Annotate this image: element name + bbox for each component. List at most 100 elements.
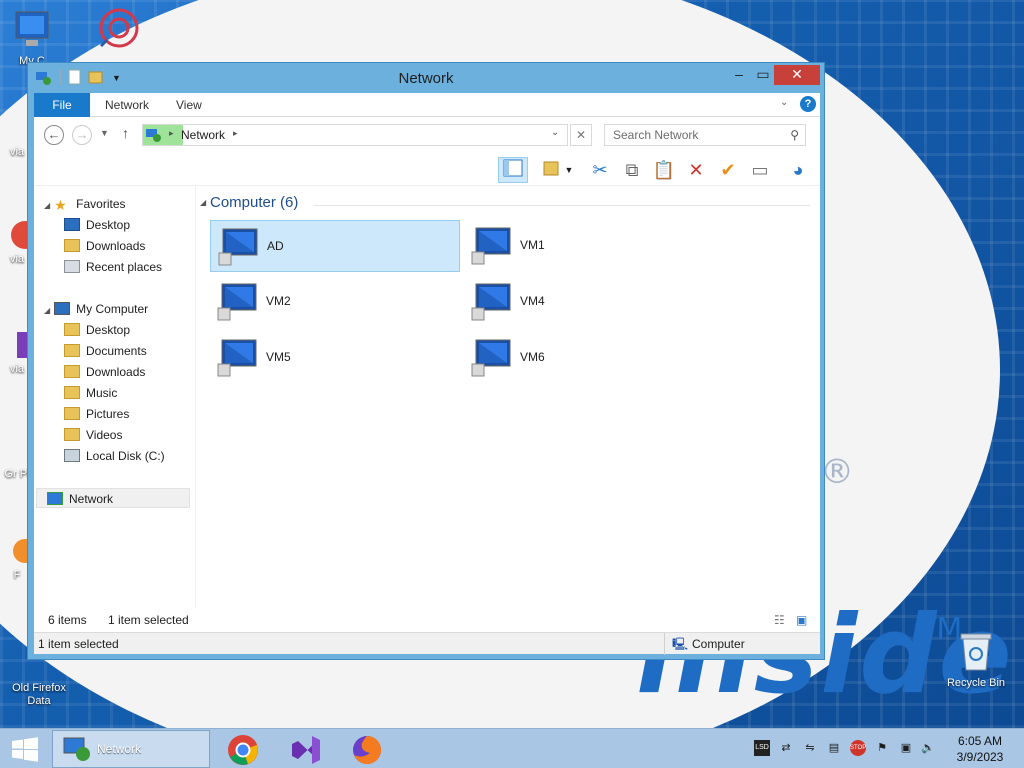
chrome-icon[interactable] xyxy=(226,733,260,767)
tab-view[interactable]: View xyxy=(162,93,216,117)
ribbon-tabs: File Network View ⌄ ? xyxy=(34,93,820,117)
search-placeholder: Search Network xyxy=(613,128,699,142)
computer-name: VM6 xyxy=(520,350,545,364)
taskbar-button-explorer[interactable]: Network xyxy=(52,730,210,768)
clock-time: 6:05 AM xyxy=(957,734,1003,748)
tab-network[interactable]: Network xyxy=(91,93,163,117)
search-icon[interactable]: ⚲ xyxy=(790,125,799,145)
network-icon xyxy=(47,492,63,505)
nav-pc-downloads[interactable]: Downloads xyxy=(64,362,145,382)
firefox-icon xyxy=(13,539,37,563)
breadcrumb-arrow-icon[interactable]: ▸ xyxy=(169,128,174,139)
nav-pc-desktop[interactable]: Desktop xyxy=(64,320,130,340)
network-location-icon xyxy=(146,129,161,142)
desktop-icon-shortcut[interactable] xyxy=(88,6,144,55)
computer-name: VM4 xyxy=(520,294,545,308)
computer-tile-vm1[interactable]: VM1 xyxy=(464,220,714,272)
address-history-icon[interactable]: ⌄ xyxy=(551,127,559,138)
help-icon[interactable]: ? xyxy=(800,96,816,112)
nav-pc-pictures[interactable]: Pictures xyxy=(64,404,129,424)
desktop-icon xyxy=(64,218,80,231)
close-button[interactable]: ✕ xyxy=(774,65,820,85)
nav-fav-desktop[interactable]: Desktop xyxy=(64,215,130,235)
recent-locations-icon[interactable]: ▼ xyxy=(100,128,109,138)
taskbar-button-label: Network xyxy=(97,742,142,756)
group-header[interactable]: Computer (6) xyxy=(210,194,298,211)
cut-icon[interactable]: ✂ xyxy=(586,157,614,183)
nav-my-computer[interactable]: ◢ My Computer xyxy=(44,299,148,319)
nav-label: Videos xyxy=(86,428,123,442)
nav-pc-music[interactable]: Music xyxy=(64,383,117,403)
start-button[interactable] xyxy=(0,729,50,768)
wallpaper-registered-mark: ® xyxy=(820,452,854,492)
network-computer-icon xyxy=(471,227,511,265)
tray-network-share-icon[interactable]: ⇄ xyxy=(778,740,794,756)
collapse-icon[interactable]: ◢ xyxy=(44,306,50,315)
network-computer-icon xyxy=(471,339,511,377)
visual-studio-icon[interactable] xyxy=(288,734,322,766)
computer-tile-vm4[interactable]: VM4 xyxy=(464,276,714,328)
details-status-bar: 1 item selected 🖳 Computer xyxy=(34,632,820,655)
nav-pc-videos[interactable]: Videos xyxy=(64,425,122,445)
nav-pc-documents[interactable]: Documents xyxy=(64,341,147,361)
rename-icon[interactable]: ▭ xyxy=(746,157,774,183)
visual-studio-icon xyxy=(17,332,31,358)
address-box[interactable]: ▸ Network ▸ ⌄ xyxy=(142,124,568,146)
title-bar[interactable]: ▼ Network – ▭ ✕ xyxy=(28,63,824,93)
status-divider xyxy=(664,633,665,655)
preview-pane-button[interactable] xyxy=(498,157,528,183)
breadcrumb-arrow-icon[interactable]: ▸ xyxy=(233,128,238,139)
stop-icon[interactable]: STOP xyxy=(850,740,866,756)
tray-sync-icon[interactable]: ⇋ xyxy=(802,740,818,756)
desktop-icon-recycle-bin[interactable]: Recycle Bin xyxy=(942,630,1010,690)
computer-tile-vm5[interactable]: VM5 xyxy=(210,332,460,384)
paste-icon[interactable]: 📋 xyxy=(650,157,678,183)
nav-network[interactable]: Network xyxy=(36,488,190,508)
back-button[interactable]: ← xyxy=(44,125,64,145)
folder-check-icon xyxy=(543,161,559,176)
up-button[interactable]: ↑ xyxy=(122,125,129,141)
volume-icon[interactable]: 🔈 xyxy=(920,740,936,756)
status-bar: 6 items 1 item selected ☷ ▣ xyxy=(34,608,820,632)
network-center-icon[interactable]: ◕ xyxy=(784,157,812,183)
computer-tile-vm6[interactable]: VM6 xyxy=(464,332,714,384)
breadcrumb-network[interactable]: Network xyxy=(181,128,225,142)
tray-app-icon[interactable]: LSD xyxy=(754,740,770,756)
tray-clipboard-icon[interactable]: ▤ xyxy=(826,740,842,756)
computer-tile-vm2[interactable]: VM2 xyxy=(210,276,460,328)
nav-fav-downloads[interactable]: Downloads xyxy=(64,236,145,256)
details-view-icon[interactable]: ☷ xyxy=(774,608,785,632)
desktop-icon-my-computer[interactable]: My C xyxy=(2,8,62,68)
system-clock[interactable]: 6:05 AM 3/9/2023 xyxy=(944,733,1016,765)
check-icon[interactable]: ✔ xyxy=(714,157,742,183)
clear-address-button[interactable]: ✕ xyxy=(570,124,592,146)
firefox-icon[interactable] xyxy=(350,733,384,767)
videos-folder-icon xyxy=(64,428,80,441)
nav-favorites[interactable]: ◢ ★ Favorites xyxy=(44,194,126,214)
search-input[interactable]: Search Network ⚲ xyxy=(604,124,806,146)
chrome-icon xyxy=(11,221,39,249)
forward-button[interactable]: → xyxy=(72,125,92,145)
group-divider xyxy=(314,205,810,206)
copy-icon[interactable]: ⧉ xyxy=(618,157,646,183)
footer-selection: 1 item selected xyxy=(38,637,119,651)
layout-icon xyxy=(503,159,523,177)
nav-label: Pictures xyxy=(86,407,130,421)
nav-pc-local-disk[interactable]: Local Disk (C:) xyxy=(64,446,165,466)
computer-name: VM2 xyxy=(266,294,291,308)
toolbar: ▼ ✂ ⧉ 📋 ✕ ✔ ▭ ◕ xyxy=(34,154,820,186)
move-to-dropdown-icon[interactable]: ▼ xyxy=(562,157,576,183)
action-center-flag-icon[interactable]: ⚑ xyxy=(874,740,890,756)
group-collapse-icon[interactable]: ◢ xyxy=(200,198,206,207)
computer-tile-ad[interactable]: AD xyxy=(210,220,460,272)
clock-date: 3/9/2023 xyxy=(956,750,1004,764)
collapse-icon[interactable]: ◢ xyxy=(44,201,50,210)
tiles-view-icon[interactable]: ▣ xyxy=(796,608,807,632)
network-tray-icon[interactable]: ▣ xyxy=(898,740,914,756)
desktop-icon-old-firefox-data[interactable]: Old Firefox Data xyxy=(4,660,74,708)
nav-label: My Computer xyxy=(76,302,149,316)
tab-file[interactable]: File xyxy=(34,93,90,117)
ribbon-expand-icon[interactable]: ⌄ xyxy=(780,97,788,108)
delete-icon[interactable]: ✕ xyxy=(682,157,710,183)
nav-fav-recent[interactable]: Recent places xyxy=(64,257,162,277)
